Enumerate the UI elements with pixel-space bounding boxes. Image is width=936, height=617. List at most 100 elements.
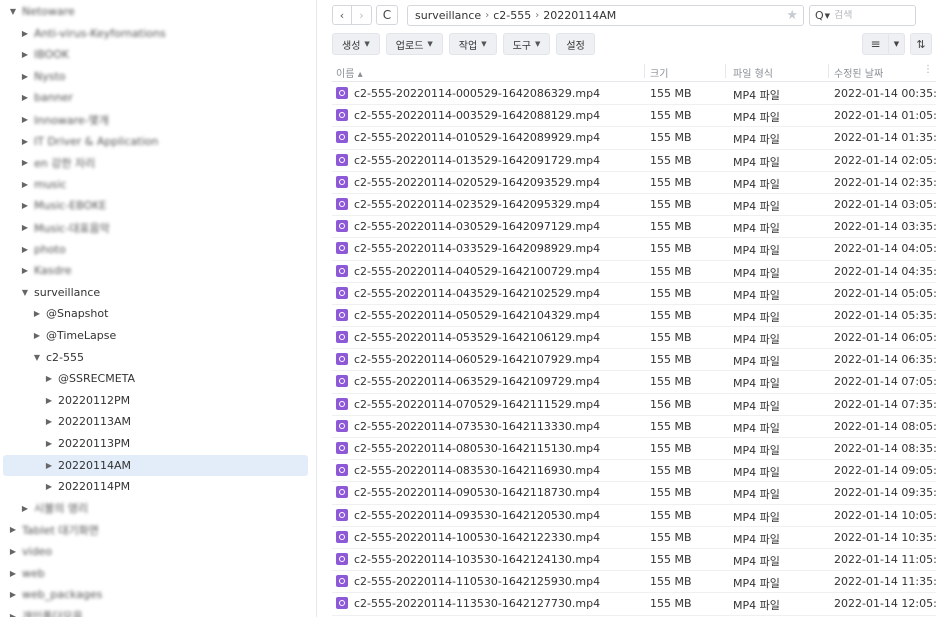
table-row[interactable]: c2-555-20220114-063529-1642109729.mp4 155… — [332, 371, 936, 394]
table-row[interactable]: c2-555-20220114-083530-1642116930.mp4 155… — [332, 460, 936, 483]
expand-right-icon[interactable]: ▶ — [44, 482, 54, 491]
table-row[interactable]: c2-555-20220114-040529-1642100729.mp4 155… — [332, 261, 936, 283]
table-row[interactable]: c2-555-20220114-103530-1642124130.mp4 155… — [332, 549, 936, 572]
tree-item[interactable]: ▶ en 강한 자리 — [3, 152, 308, 173]
tree-item[interactable]: ▶ Music-EBOKE — [3, 195, 308, 216]
search-icon[interactable]: Q — [815, 9, 824, 22]
expand-right-icon[interactable]: ▶ — [20, 72, 30, 81]
expand-right-icon[interactable]: ▶ — [44, 374, 54, 383]
forward-button[interactable]: › — [352, 5, 372, 25]
table-row[interactable]: c2-555-20220114-043529-1642102529.mp4 155… — [332, 283, 936, 305]
tree-item[interactable]: ▶ 시불의 영리 — [3, 498, 308, 519]
tree-item[interactable]: ▶ Kasdre — [3, 260, 308, 281]
tree-item[interactable]: ▶ music — [3, 174, 308, 195]
path-bar[interactable]: surveillance › c2-555 › 20220114AM ★ — [407, 5, 804, 26]
table-row[interactable]: c2-555-20220114-090530-1642118730.mp4 155… — [332, 482, 936, 505]
expand-right-icon[interactable]: ▶ — [20, 158, 30, 167]
table-row[interactable]: c2-555-20220114-093530-1642120530.mp4 155… — [332, 505, 936, 527]
table-row[interactable]: c2-555-20220114-023529-1642095329.mp4 155… — [332, 194, 936, 217]
table-row[interactable]: c2-555-20220114-100530-1642122330.mp4 155… — [332, 527, 936, 549]
tree-item[interactable]: ▶ 20220113PM — [3, 433, 308, 454]
search-input[interactable] — [834, 10, 905, 21]
tree-item[interactable]: ▶ photo — [3, 239, 308, 260]
column-header-type[interactable]: 파일 형식 — [733, 65, 773, 80]
expand-right-icon[interactable]: ▶ — [8, 590, 18, 599]
sort-button[interactable]: ⇅ — [910, 33, 932, 55]
search-box[interactable]: Q ▼ — [809, 5, 916, 26]
expand-right-icon[interactable]: ▶ — [20, 93, 30, 102]
expand-right-icon[interactable]: ▶ — [20, 50, 30, 59]
table-row[interactable]: c2-555-20220114-070529-1642111529.mp4 156… — [332, 394, 936, 416]
table-row[interactable]: c2-555-20220114-010529-1642089929.mp4 155… — [332, 127, 936, 150]
tree-item[interactable]: ▼ Netoware — [3, 1, 308, 22]
expand-right-icon[interactable]: ▶ — [44, 417, 54, 426]
action-button[interactable]: 작업 ▼ — [448, 33, 497, 55]
create-button[interactable]: 생성 ▼ — [332, 33, 380, 55]
tree-item[interactable]: ▶ IBOOK — [3, 44, 308, 65]
tools-button[interactable]: 도구 ▼ — [502, 33, 551, 55]
settings-button[interactable]: 설정 — [556, 33, 595, 55]
expand-right-icon[interactable]: ▶ — [20, 115, 30, 124]
upload-button[interactable]: 업로드 ▼ — [385, 33, 443, 55]
tree-item[interactable]: ▶ 20220114PM — [3, 476, 308, 497]
tree-item[interactable]: ▶ @TimeLapse — [3, 325, 308, 346]
expand-right-icon[interactable]: ▶ — [20, 137, 30, 146]
tree-item[interactable]: ▶ Anti-virus-Keyfornations — [3, 23, 308, 44]
table-row[interactable]: c2-555-20220114-033529-1642098929.mp4 155… — [332, 238, 936, 261]
breadcrumb-surveillance[interactable]: surveillance — [415, 9, 481, 22]
tree-item[interactable]: ▶ Music-대표음악 — [3, 217, 308, 238]
view-mode-dropdown[interactable]: ▼ — [889, 33, 905, 55]
tree-item[interactable]: ▶ video — [3, 541, 308, 562]
tree-item[interactable]: ▶ 20220114AM — [3, 454, 308, 476]
expand-right-icon[interactable]: ▶ — [32, 331, 42, 340]
expand-right-icon[interactable]: ▶ — [20, 201, 30, 210]
expand-down-icon[interactable]: ▼ — [32, 353, 42, 362]
tree-item[interactable]: ▼ surveillance — [3, 282, 308, 303]
tree-item[interactable]: ▼ c2-555 — [3, 347, 308, 368]
expand-right-icon[interactable]: ▶ — [20, 245, 30, 254]
column-separator[interactable] — [644, 64, 645, 78]
expand-right-icon[interactable]: ▶ — [8, 612, 18, 617]
column-header-modified[interactable]: 수정된 날짜 — [834, 65, 883, 80]
expand-right-icon[interactable]: ▶ — [20, 223, 30, 232]
table-row[interactable]: c2-555-20220114-020529-1642093529.mp4 155… — [332, 172, 936, 194]
back-button[interactable]: ‹ — [332, 5, 352, 25]
tree-item[interactable]: ▶ banner — [3, 87, 308, 108]
expand-right-icon[interactable]: ▶ — [20, 180, 30, 189]
table-row[interactable]: c2-555-20220114-003529-1642088129.mp4 155… — [332, 105, 936, 128]
table-row[interactable]: c2-555-20220114-050529-1642104329.mp4 155… — [332, 305, 936, 328]
chevron-down-icon[interactable]: ▼ — [825, 12, 830, 20]
table-row[interactable]: c2-555-20220114-060529-1642107929.mp4 155… — [332, 349, 936, 372]
breadcrumb-c2-555[interactable]: c2-555 — [493, 9, 531, 22]
column-separator[interactable] — [725, 64, 726, 78]
refresh-button[interactable]: C — [376, 5, 398, 25]
tree-item[interactable]: ▶ Nysto — [3, 66, 308, 87]
list-view-button[interactable]: ≡ — [862, 33, 889, 55]
table-row[interactable]: c2-555-20220114-000529-1642086329.mp4 155… — [332, 83, 936, 106]
expand-right-icon[interactable]: ▶ — [20, 266, 30, 275]
table-row[interactable]: c2-555-20220114-013529-1642091729.mp4 155… — [332, 150, 936, 172]
tree-item[interactable]: ▶ 20220113AM — [3, 411, 308, 432]
column-options-icon[interactable]: ⋮ — [923, 64, 933, 75]
expand-down-icon[interactable]: ▼ — [8, 7, 18, 16]
column-header-size[interactable]: 크기 — [650, 65, 668, 80]
tree-item[interactable]: ▶ web — [3, 563, 308, 584]
expand-down-icon[interactable]: ▼ — [20, 288, 30, 297]
breadcrumb-20220114am[interactable]: 20220114AM — [543, 9, 616, 22]
tree-item[interactable]: ▶ @Snapshot — [3, 303, 308, 324]
table-row[interactable]: c2-555-20220114-113530-1642127730.mp4 155… — [332, 593, 936, 616]
column-separator[interactable] — [828, 64, 829, 78]
expand-right-icon[interactable]: ▶ — [8, 569, 18, 578]
expand-right-icon[interactable]: ▶ — [32, 309, 42, 318]
tree-item[interactable]: ▶ Innoware-몇개 — [3, 109, 308, 130]
table-row[interactable]: c2-555-20220114-110530-1642125930.mp4 155… — [332, 571, 936, 594]
expand-right-icon[interactable]: ▶ — [8, 525, 18, 534]
tree-item[interactable]: ▶ IT Driver & Application — [3, 131, 308, 152]
column-header-name[interactable]: 이름 ▴ — [336, 65, 363, 80]
expand-right-icon[interactable]: ▶ — [44, 396, 54, 405]
table-row[interactable]: c2-555-20220114-073530-1642113330.mp4 155… — [332, 416, 936, 438]
star-icon[interactable]: ★ — [786, 8, 798, 23]
expand-right-icon[interactable]: ▶ — [8, 547, 18, 556]
tree-item[interactable]: ▶ web_packages — [3, 584, 308, 605]
expand-right-icon[interactable]: ▶ — [20, 29, 30, 38]
